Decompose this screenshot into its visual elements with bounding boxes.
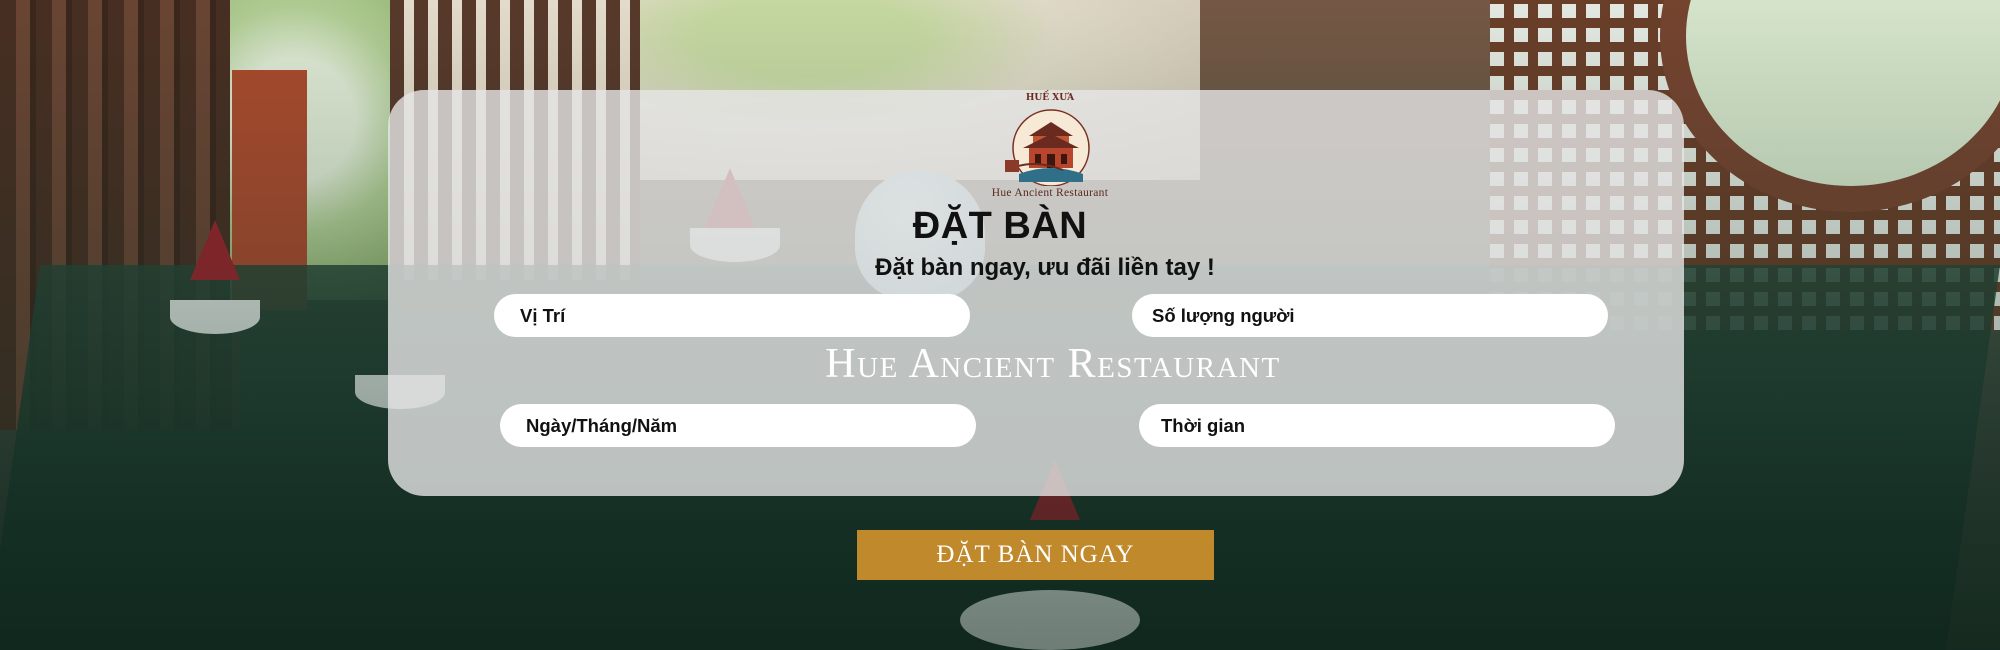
restaurant-watermark: Hue Ancient Restaurant [825, 341, 1281, 387]
restaurant-logo: HUẾ XƯA Hue Ancient Restaurant [970, 92, 1130, 202]
date-input[interactable] [500, 404, 976, 447]
book-now-button[interactable]: ĐẶT BÀN NGAY [857, 530, 1214, 580]
location-input[interactable] [494, 294, 970, 337]
guests-input[interactable] [1132, 294, 1608, 337]
time-input[interactable] [1139, 404, 1615, 447]
booking-title: ĐẶT BÀN [912, 205, 1088, 247]
logo-top-text: HUẾ XƯA [1025, 93, 1075, 103]
ancient-gate-icon [1005, 109, 1090, 186]
booking-subtitle: Đặt bàn ngay, ưu đãi liền tay ! [875, 254, 1215, 281]
logo-bottom-text: Hue Ancient Restaurant [991, 187, 1109, 199]
